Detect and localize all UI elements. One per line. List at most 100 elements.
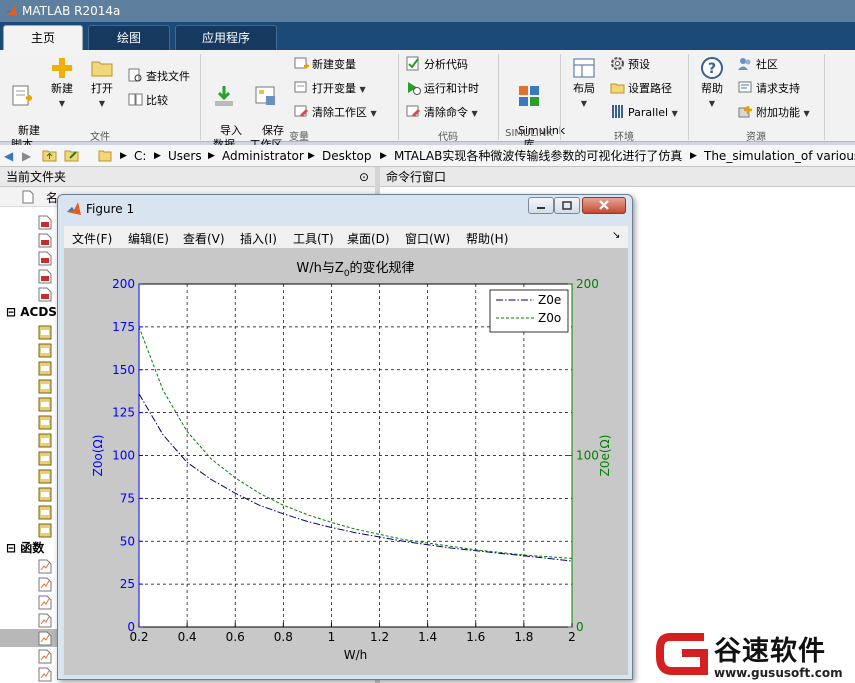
analyze-code-button[interactable]: 分析代码 [406, 56, 468, 74]
menu-file[interactable]: 文件(F) [72, 230, 112, 247]
matlab-logo-icon [67, 202, 81, 215]
jpg-file-icon[interactable] [38, 523, 52, 538]
preferences-button[interactable]: 预设 [610, 56, 650, 74]
compare-button[interactable]: 比较 [128, 92, 168, 110]
tab-plots[interactable]: 绘图 [88, 25, 170, 50]
x-tick-label: 0.6 [226, 630, 245, 644]
y-left-tick-label: 175 [112, 320, 135, 334]
new-button[interactable]: 新建 ▼ [44, 56, 80, 111]
new-variable-button[interactable]: 新建变量 [294, 56, 356, 74]
run-and-time-button[interactable]: 运行和计时 [406, 80, 479, 98]
pdf-file-icon[interactable] [38, 251, 52, 266]
open-variable-button[interactable]: 打开变量 ▼ [294, 80, 366, 98]
y-right-tick-label: 0 [576, 620, 584, 634]
menu-window[interactable]: 窗口(W) [405, 230, 450, 247]
collapse-icon[interactable]: ⊟ [6, 541, 16, 555]
tab-apps[interactable]: 应用程序 [175, 25, 277, 50]
legend-label-z0e: Z0e [538, 293, 561, 307]
breadcrumb-simulation-folder[interactable]: The_simulation_of various_ [704, 145, 855, 167]
m-file-icon[interactable] [38, 649, 52, 664]
help-button[interactable]: ? 帮助 ▼ [694, 56, 730, 111]
window-title: MATLAB R2014a [22, 4, 121, 18]
dropdown-arrow-icon: ▼ [359, 85, 366, 94]
jpg-file-icon[interactable] [38, 451, 52, 466]
up-folder-icon[interactable] [42, 145, 57, 167]
y-left-tick-label: 200 [112, 277, 135, 291]
addons-button[interactable]: 附加功能 ▼ [738, 104, 810, 122]
y-left-tick-label: 75 [120, 491, 135, 505]
help-icon: ? [701, 57, 723, 79]
menu-insert[interactable]: 插入(I) [240, 230, 277, 247]
file-group-label: 文件 [90, 132, 110, 143]
x-tick-label: 1.2 [370, 630, 389, 644]
x-axis-label: W/h [344, 648, 368, 662]
jpg-file-icon[interactable] [38, 325, 52, 340]
jpg-file-icon[interactable] [38, 343, 52, 358]
community-button[interactable]: 社区 [738, 56, 778, 74]
back-icon[interactable]: ◀ [4, 145, 13, 167]
m-file-icon[interactable] [38, 595, 52, 610]
clear-workspace-button[interactable]: 清除工作区 ▼ [294, 104, 377, 122]
breadcrumb-administrator[interactable]: Administrator [222, 145, 304, 167]
x-tick-label: 1 [328, 630, 336, 644]
breadcrumb-drive[interactable]: C: [134, 145, 146, 167]
pdf-file-icon[interactable] [38, 269, 52, 284]
m-file-icon[interactable] [38, 577, 52, 592]
jpg-file-icon[interactable] [38, 505, 52, 520]
m-file-icon[interactable] [38, 667, 52, 682]
jpg-file-icon[interactable] [38, 487, 52, 502]
m-file-icon[interactable] [38, 631, 52, 646]
pdf-file-icon[interactable] [38, 215, 52, 230]
menu-tools[interactable]: 工具(T) [293, 230, 334, 247]
chevron-right-icon: ▶ [120, 151, 127, 161]
section-functions[interactable]: ⊟ 函数 [6, 539, 44, 556]
menu-view[interactable]: 查看(V) [183, 230, 225, 247]
dropdown-arrow-icon: ▼ [803, 109, 810, 118]
menu-desktop[interactable]: 桌面(D) [347, 230, 390, 247]
jpg-file-icon[interactable] [38, 379, 52, 394]
x-tick-label: 2 [568, 630, 576, 644]
collapse-icon[interactable]: ⊟ [6, 305, 16, 319]
breadcrumb-users[interactable]: Users [168, 145, 202, 167]
m-file-icon[interactable] [38, 559, 52, 574]
command-window-header: 命令行窗口 [380, 167, 855, 187]
address-bar[interactable]: ◀ ▶ ▶ C: ▶ Users ▶ Administrator ▶ Deskt… [0, 145, 855, 167]
menu-edit[interactable]: 编辑(E) [128, 230, 169, 247]
jpg-file-icon[interactable] [38, 433, 52, 448]
jpg-file-icon[interactable] [38, 469, 52, 484]
chart-title: W/h与Z0的变化规律 [296, 260, 414, 279]
dock-arrow-icon[interactable]: ↘ [612, 230, 620, 241]
panel-menu-icon[interactable]: ⊙ [359, 167, 369, 187]
pdf-file-icon[interactable] [38, 233, 52, 248]
open-button[interactable]: 打开 ▼ [84, 56, 120, 111]
jpg-file-icon[interactable] [38, 397, 52, 412]
close-button[interactable] [582, 197, 626, 214]
y-right-axis-label: Z0e(Ω) [598, 435, 612, 477]
y-right-tick-label: 100 [576, 449, 599, 463]
maximize-button[interactable] [554, 197, 580, 214]
m-file-icon[interactable] [38, 613, 52, 628]
chevron-right-icon: ▶ [380, 151, 387, 161]
clear-commands-button[interactable]: 清除命令 ▼ [406, 104, 478, 122]
tab-home[interactable]: 主页 [3, 25, 83, 50]
forward-icon[interactable]: ▶ [22, 145, 31, 167]
code-group-label: 代码 [438, 132, 458, 143]
browse-folder-icon[interactable] [64, 145, 79, 167]
menu-help[interactable]: 帮助(H) [466, 230, 508, 247]
set-path-button[interactable]: 设置路径 [610, 80, 672, 98]
breadcrumb-project-folder[interactable]: MTALAB实现各种微波传输线参数的可视化进行了仿真 [394, 145, 684, 167]
jpg-file-icon[interactable] [38, 415, 52, 430]
request-support-button[interactable]: 请求支持 [738, 80, 800, 98]
dropdown-arrow-icon: ▼ [370, 109, 377, 118]
parallel-button[interactable]: Parallel ▼ [610, 104, 678, 122]
clear-workspace-icon [294, 105, 309, 118]
line-chart: 0.2 0.4 0.6 0.8 1 1.2 1.4 1.6 1.8 202550751001251… [91, 260, 612, 662]
jpg-file-icon[interactable] [38, 361, 52, 376]
breadcrumb-desktop[interactable]: Desktop [322, 145, 372, 167]
find-files-button[interactable]: 查找文件 [128, 68, 190, 86]
run-and-time-icon [408, 82, 421, 95]
layout-button[interactable]: 布局 ▼ [566, 56, 602, 111]
minimize-button[interactable] [528, 197, 554, 214]
resources-group-label: 资源 [746, 132, 766, 143]
pdf-file-icon[interactable] [38, 287, 52, 302]
